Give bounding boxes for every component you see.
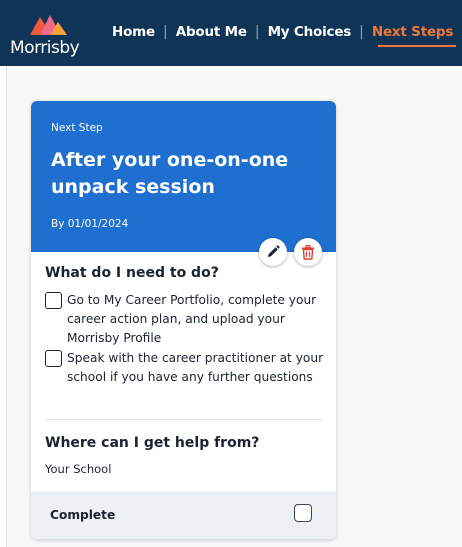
nav-next-steps[interactable]: Next Steps	[372, 24, 454, 40]
nav-home[interactable]: Home	[112, 24, 155, 40]
card-eyebrow: Next Step	[51, 122, 103, 134]
task-text: Go to My Career Portfolio, complete your…	[67, 293, 317, 345]
mountain-logo-icon	[30, 15, 67, 35]
next-step-card: Next Step After your one-on-one unpack s…	[31, 101, 336, 539]
active-nav-underline	[378, 45, 456, 47]
main-nav: Home | About Me | My Choices | Next Step…	[112, 22, 453, 42]
trash-icon	[302, 244, 314, 260]
morrisby-logo[interactable]: Morrisby	[6, 10, 86, 62]
card-header: Next Step After your one-on-one unpack s…	[31, 101, 336, 252]
due-date: By 01/01/2024	[51, 218, 129, 230]
nav-my-choices[interactable]: My Choices	[268, 24, 352, 40]
edit-button[interactable]	[259, 238, 287, 266]
help-heading: Where can I get help from?	[45, 435, 260, 451]
delete-button[interactable]	[294, 238, 322, 266]
help-value: Your School	[45, 462, 112, 476]
logo-text: Morrisby	[10, 38, 80, 58]
todo-heading: What do I need to do?	[45, 265, 219, 281]
nav-separator: |	[359, 24, 364, 40]
nav-separator: |	[254, 24, 260, 40]
task-checkbox[interactable]	[45, 350, 62, 367]
nav-about-me[interactable]: About Me	[176, 24, 247, 40]
pencil-icon	[268, 245, 280, 257]
card-footer: Complete	[31, 491, 336, 539]
nav-separator: |	[163, 24, 168, 40]
card-title: After your one-on-one unpack session	[51, 149, 289, 198]
task-checkbox[interactable]	[45, 292, 62, 309]
task-text: Speak with the career practitioner at yo…	[67, 351, 324, 384]
complete-label: Complete	[50, 508, 116, 522]
top-header: Morrisby Home | About Me | My Choices | …	[0, 0, 462, 66]
section-divider	[45, 419, 323, 420]
complete-checkbox[interactable]	[294, 504, 312, 522]
